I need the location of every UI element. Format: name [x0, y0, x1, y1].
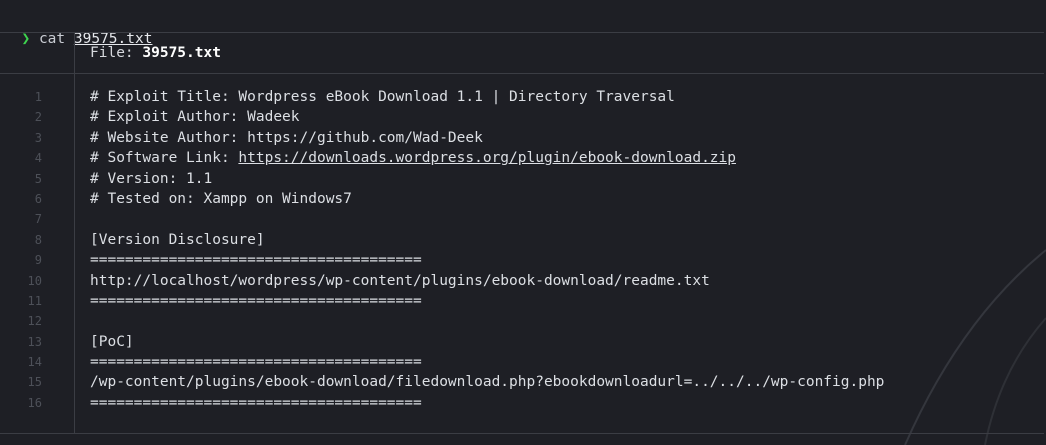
line-number: 12 — [27, 314, 42, 329]
file-header-label: File: — [90, 45, 134, 61]
line-number: 8 — [34, 232, 42, 247]
file-header: File: 39575.txt — [90, 33, 221, 73]
line-number: 1 — [34, 90, 42, 104]
line-text-content: ====================================== — [90, 354, 422, 371]
line-text: ====================================== — [90, 393, 422, 413]
line-text: [Version Disclosure] — [90, 230, 265, 250]
code-line: 11 ====================================== — [0, 291, 1044, 311]
line-number: 16 — [27, 395, 42, 410]
header-divider — [0, 73, 1044, 74]
line-number: 15 — [27, 375, 42, 390]
line-number: 10 — [27, 273, 42, 288]
line-number: 4 — [34, 151, 42, 166]
line-text-content: http://localhost/wordpress/wp-content/pl… — [90, 272, 710, 289]
code-line: 15/wp-content/plugins/ebook-download/fil… — [0, 372, 1044, 392]
line-number: 11 — [27, 293, 42, 308]
code-line: 3 # Website Author: https://github.com/Wa… — [0, 128, 1044, 148]
code-line: 5 # Version: 1.1 — [0, 169, 1044, 189]
code-line: 14 ====================================== — [0, 352, 1044, 372]
line-text-content: [PoC] — [90, 333, 134, 350]
line-text-content: [Version Disclosure] — [90, 231, 265, 248]
line-text: ====================================== — [90, 250, 422, 270]
code-line: 6 # Tested on: Xampp on Windows7 — [0, 189, 1044, 209]
line-text: # Exploit Author: Wadeek — [90, 107, 300, 127]
line-text-content: # Exploit Author: Wadeek — [90, 109, 300, 126]
code-line: 10 http://localhost/wordpress/wp-content/… — [0, 271, 1044, 291]
line-text-content: # Tested on: Xampp on Windows7 — [90, 190, 352, 207]
line-text-content: # Exploit Title: Wordpress eBook Downloa… — [90, 89, 675, 105]
line-number: 13 — [27, 334, 42, 349]
code-line: 2 # Exploit Author: Wadeek — [0, 107, 1044, 127]
line-text-content: ====================================== — [90, 292, 422, 309]
code-line: 13 [PoC] — [0, 332, 1044, 352]
line-number: 9 — [34, 253, 42, 268]
code-line: 4 # Software Link: https://downloads.word… — [0, 148, 1044, 168]
line-text-content: ====================================== — [90, 252, 422, 269]
line-text: # Tested on: Xampp on Windows7 — [90, 189, 352, 209]
line-text-content: # Website Author: https://github.com/Wad… — [90, 129, 483, 146]
line-link[interactable]: https://downloads.wordpress.org/plugin/e… — [238, 150, 736, 166]
line-text: # Software Link: https://downloads.wordp… — [90, 148, 736, 168]
file-content: 1 # Exploit Title: Wordpress eBook Downlo… — [0, 87, 1044, 413]
line-text: # Exploit Title: Wordpress eBook Downloa… — [90, 87, 675, 107]
line-text-content: # Software Link: — [90, 150, 239, 167]
terminal-prompt: ❯ cat 39575.txt — [0, 0, 152, 47]
line-number: 2 — [34, 110, 42, 125]
line-text-content: ====================================== — [90, 394, 422, 411]
line-number: 3 — [34, 130, 42, 145]
line-text: ====================================== — [90, 291, 422, 311]
file-viewer: File: 39575.txt 1 # Exploit Title: Wordpr… — [0, 32, 1044, 434]
line-text: http://localhost/wordpress/wp-content/pl… — [90, 271, 710, 291]
line-text: /wp-content/plugins/ebook-download/filed… — [90, 372, 884, 392]
code-line: 12 — [0, 311, 1044, 331]
line-text: # Website Author: https://github.com/Wad… — [90, 128, 483, 148]
line-number: 6 — [34, 191, 42, 206]
line-text: ====================================== — [90, 352, 422, 372]
line-number: 5 — [34, 171, 42, 186]
code-line: 1 # Exploit Title: Wordpress eBook Downlo… — [0, 87, 1044, 107]
line-text-content: /wp-content/plugins/ebook-download/filed… — [90, 374, 885, 391]
code-line: 7 — [0, 209, 1044, 229]
line-number: 7 — [34, 212, 42, 227]
code-line: 9 ====================================== — [0, 250, 1044, 270]
line-number: 14 — [27, 355, 42, 370]
code-line: 16 ====================================== — [0, 393, 1044, 413]
file-name: 39575.txt — [142, 45, 221, 61]
code-line: 8 [Version Disclosure] — [0, 230, 1044, 250]
line-text: # Version: 1.1 — [90, 169, 212, 189]
line-text-content: # Version: 1.1 — [90, 170, 213, 187]
line-text: [PoC] — [90, 332, 134, 352]
